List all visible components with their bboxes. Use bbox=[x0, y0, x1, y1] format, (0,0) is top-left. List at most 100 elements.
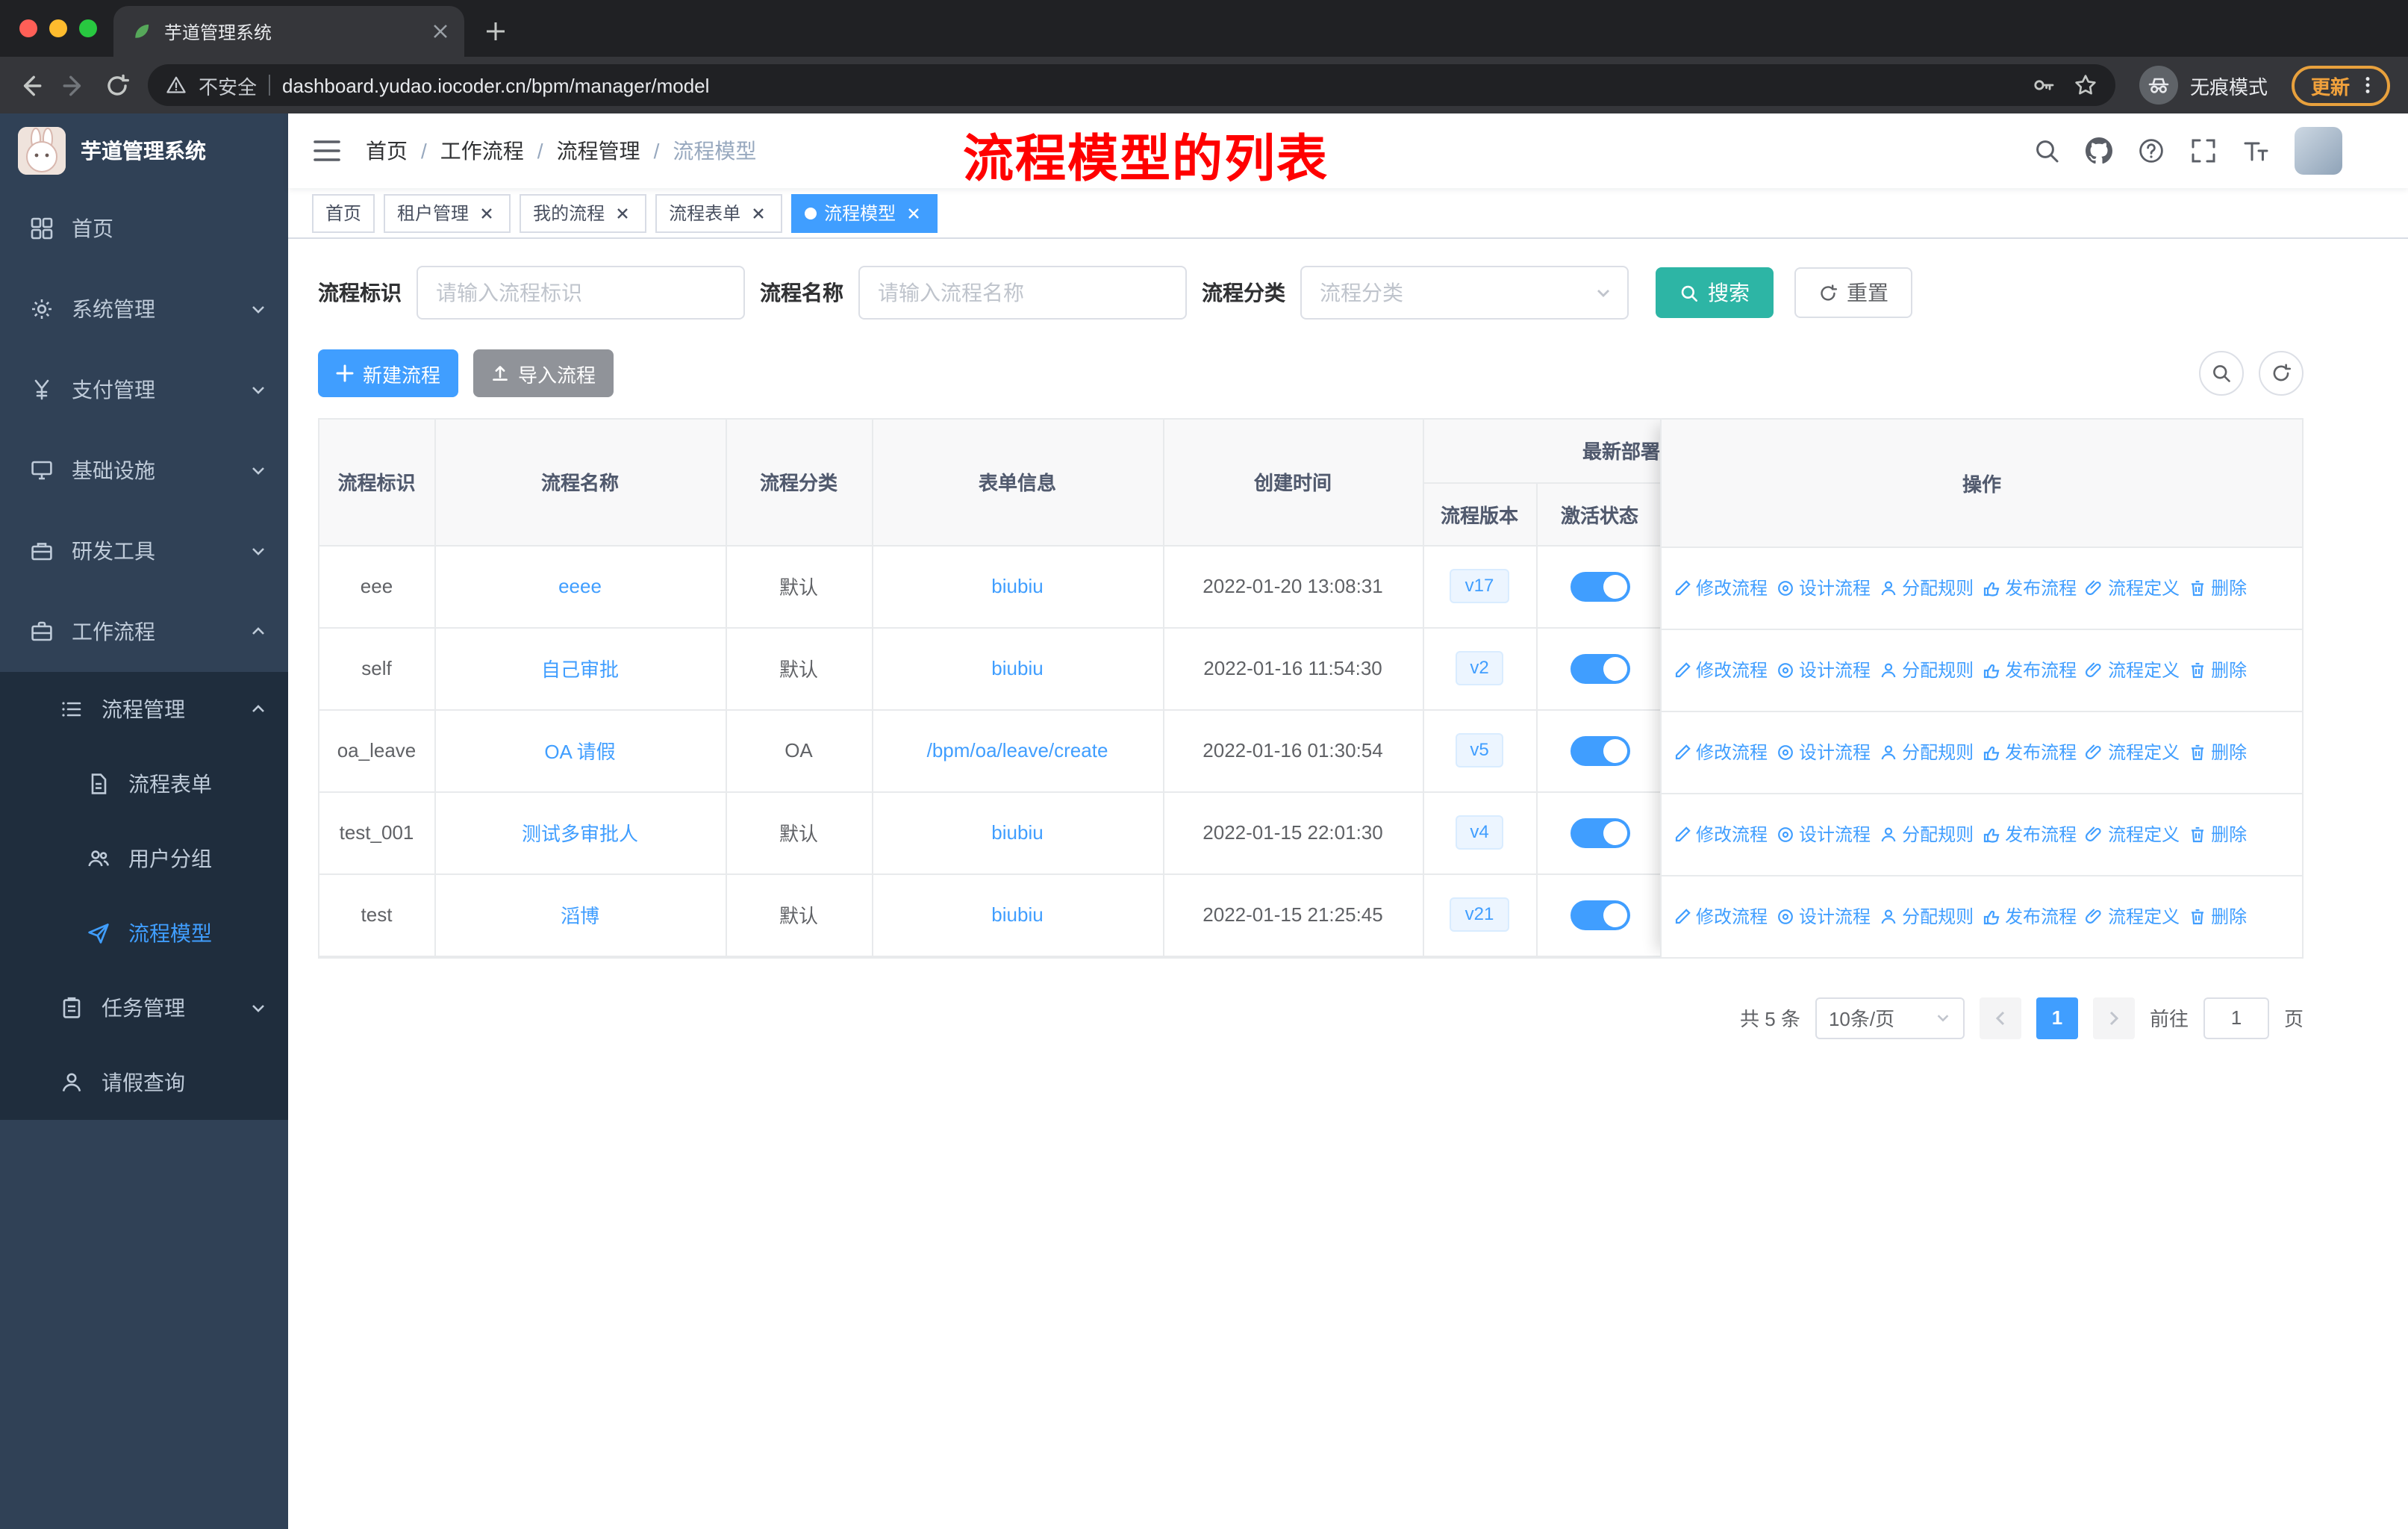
prev-page-button[interactable] bbox=[1979, 997, 2021, 1038]
sidebar-item-workflow[interactable]: 工作流程 bbox=[0, 591, 288, 672]
back-icon[interactable] bbox=[18, 72, 43, 98]
refresh-table-button[interactable] bbox=[2259, 351, 2303, 396]
create-process-button[interactable]: 新建流程 bbox=[318, 349, 459, 397]
action-delete[interactable]: 删除 bbox=[2189, 821, 2247, 847]
active-toggle[interactable] bbox=[1570, 571, 1629, 601]
form-info-link[interactable]: /bpm/oa/leave/create bbox=[927, 739, 1108, 762]
action-design-process[interactable]: 设计流程 bbox=[1777, 576, 1871, 601]
search-icon[interactable] bbox=[2033, 137, 2060, 164]
window-close-button[interactable] bbox=[19, 19, 37, 37]
sidebar-item-process-management[interactable]: 流程管理 bbox=[0, 672, 288, 747]
process-name-input[interactable] bbox=[858, 266, 1187, 320]
app-logo[interactable]: 芋道管理系统 bbox=[0, 113, 288, 188]
sidebar-item-system[interactable]: 系统管理 bbox=[0, 269, 288, 349]
action-assign-rule[interactable]: 分配规则 bbox=[1880, 576, 1974, 601]
action-publish-process[interactable]: 发布流程 bbox=[1983, 821, 2077, 847]
new-tab-button[interactable] bbox=[473, 9, 518, 54]
tag-tenant[interactable]: 租户管理 bbox=[384, 193, 511, 232]
action-process-definition[interactable]: 流程定义 bbox=[2086, 903, 2180, 929]
user-avatar[interactable] bbox=[2295, 127, 2342, 175]
form-info-link[interactable]: biubiu bbox=[991, 903, 1043, 926]
active-toggle[interactable] bbox=[1570, 653, 1629, 683]
action-process-definition[interactable]: 流程定义 bbox=[2086, 740, 2180, 765]
action-design-process[interactable]: 设计流程 bbox=[1777, 740, 1871, 765]
process-category-select[interactable]: 流程分类 bbox=[1300, 266, 1629, 320]
close-icon[interactable] bbox=[476, 202, 497, 223]
action-design-process[interactable]: 设计流程 bbox=[1777, 821, 1871, 847]
action-edit-process[interactable]: 修改流程 bbox=[1674, 658, 1768, 683]
reload-icon[interactable] bbox=[105, 72, 130, 98]
action-assign-rule[interactable]: 分配规则 bbox=[1880, 740, 1974, 765]
action-design-process[interactable]: 设计流程 bbox=[1777, 903, 1871, 929]
breadcrumb-process-management[interactable]: 流程管理 bbox=[557, 136, 640, 166]
sidebar-collapse-icon[interactable] bbox=[312, 136, 342, 166]
browser-tab[interactable]: 芋道管理系统 bbox=[113, 6, 464, 57]
action-edit-process[interactable]: 修改流程 bbox=[1674, 576, 1768, 601]
action-publish-process[interactable]: 发布流程 bbox=[1983, 740, 2077, 765]
close-icon[interactable] bbox=[612, 202, 633, 223]
bookmark-star-icon[interactable] bbox=[2074, 73, 2097, 97]
action-edit-process[interactable]: 修改流程 bbox=[1674, 821, 1768, 847]
next-page-button[interactable] bbox=[2092, 997, 2135, 1038]
process-name-link[interactable]: 自己审批 bbox=[541, 658, 619, 681]
sidebar-item-leave-query[interactable]: 请假查询 bbox=[0, 1045, 288, 1120]
browser-update-button[interactable]: 更新 bbox=[2291, 65, 2390, 105]
active-toggle[interactable] bbox=[1570, 735, 1629, 765]
form-info-link[interactable]: biubiu bbox=[991, 657, 1043, 679]
tag-home[interactable]: 首页 bbox=[312, 193, 375, 232]
sidebar-item-infrastructure[interactable]: 基础设施 bbox=[0, 430, 288, 511]
toggle-search-button[interactable] bbox=[2199, 351, 2244, 396]
window-minimize-button[interactable] bbox=[49, 19, 67, 37]
form-info-link[interactable]: biubiu bbox=[991, 821, 1043, 844]
action-assign-rule[interactable]: 分配规则 bbox=[1880, 903, 1974, 929]
breadcrumb-workflow[interactable]: 工作流程 bbox=[440, 136, 524, 166]
action-assign-rule[interactable]: 分配规则 bbox=[1880, 658, 1974, 683]
process-name-link[interactable]: 测试多审批人 bbox=[522, 823, 638, 845]
address-bar[interactable]: 不安全 dashboard.yudao.iocoder.cn/bpm/manag… bbox=[148, 64, 2115, 106]
github-icon[interactable] bbox=[2086, 137, 2112, 164]
import-process-button[interactable]: 导入流程 bbox=[473, 349, 614, 397]
action-publish-process[interactable]: 发布流程 bbox=[1983, 576, 2077, 601]
sidebar-item-dev-tools[interactable]: 研发工具 bbox=[0, 511, 288, 591]
action-delete[interactable]: 删除 bbox=[2189, 576, 2247, 601]
action-assign-rule[interactable]: 分配规则 bbox=[1880, 821, 1974, 847]
action-process-definition[interactable]: 流程定义 bbox=[2086, 821, 2180, 847]
process-name-link[interactable]: OA 请假 bbox=[544, 741, 615, 763]
close-icon[interactable] bbox=[903, 202, 924, 223]
process-name-link[interactable]: eeee bbox=[558, 575, 602, 597]
tag-my-process[interactable]: 我的流程 bbox=[520, 193, 647, 232]
password-key-icon[interactable] bbox=[2032, 73, 2056, 97]
sidebar-item-process-model[interactable]: 流程模型 bbox=[0, 896, 288, 971]
active-toggle[interactable] bbox=[1570, 818, 1629, 847]
tag-process-model[interactable]: 流程模型 bbox=[791, 193, 938, 232]
fullscreen-icon[interactable] bbox=[2190, 137, 2217, 164]
forward-icon[interactable] bbox=[61, 72, 87, 98]
action-edit-process[interactable]: 修改流程 bbox=[1674, 903, 1768, 929]
action-publish-process[interactable]: 发布流程 bbox=[1983, 903, 2077, 929]
breadcrumb-home[interactable]: 首页 bbox=[366, 136, 408, 166]
action-edit-process[interactable]: 修改流程 bbox=[1674, 740, 1768, 765]
sidebar-item-payment[interactable]: 支付管理 bbox=[0, 349, 288, 430]
action-publish-process[interactable]: 发布流程 bbox=[1983, 658, 2077, 683]
help-icon[interactable] bbox=[2138, 137, 2165, 164]
search-button[interactable]: 搜索 bbox=[1656, 267, 1774, 318]
window-zoom-button[interactable] bbox=[79, 19, 97, 37]
sidebar-item-user-group[interactable]: 用户分组 bbox=[0, 821, 288, 896]
goto-page-input[interactable] bbox=[2203, 997, 2269, 1038]
browser-menu-icon[interactable] bbox=[2357, 75, 2378, 96]
action-delete[interactable]: 删除 bbox=[2189, 740, 2247, 765]
sidebar-item-task-management[interactable]: 任务管理 bbox=[0, 971, 288, 1045]
action-process-definition[interactable]: 流程定义 bbox=[2086, 576, 2180, 601]
active-toggle[interactable] bbox=[1570, 900, 1629, 929]
action-design-process[interactable]: 设计流程 bbox=[1777, 658, 1871, 683]
form-info-link[interactable]: biubiu bbox=[991, 575, 1043, 597]
page-1-button[interactable]: 1 bbox=[2036, 997, 2078, 1038]
action-delete[interactable]: 删除 bbox=[2189, 658, 2247, 683]
action-process-definition[interactable]: 流程定义 bbox=[2086, 658, 2180, 683]
sidebar-item-process-form[interactable]: 流程表单 bbox=[0, 747, 288, 821]
process-name-link[interactable]: 滔博 bbox=[561, 905, 599, 927]
tab-close-icon[interactable] bbox=[428, 19, 452, 43]
font-size-icon[interactable] bbox=[2242, 137, 2269, 164]
page-size-select[interactable]: 10条/页 bbox=[1815, 997, 1965, 1038]
process-id-input[interactable] bbox=[417, 266, 745, 320]
